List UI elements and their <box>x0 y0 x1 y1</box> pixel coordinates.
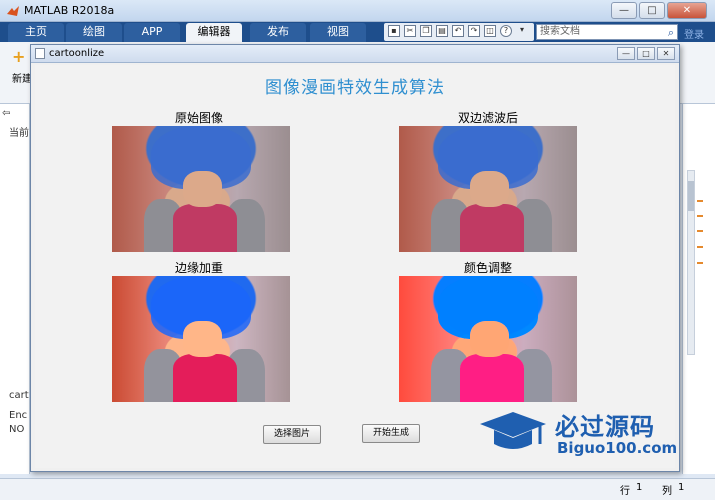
tab-editor[interactable]: 编辑器 <box>186 23 242 42</box>
bilateral-image <box>399 126 577 252</box>
code-analyzer-marker[interactable] <box>697 262 703 264</box>
help-icon[interactable]: ? <box>500 25 512 37</box>
code-analyzer-marker[interactable] <box>697 246 703 248</box>
watermark-title: 必过源码 <box>555 413 655 441</box>
minimize-button[interactable]: — <box>611 2 637 19</box>
image-shirt <box>172 354 237 402</box>
paste-icon[interactable]: ▤ <box>436 25 448 37</box>
current-folder-label: 当前 <box>9 128 29 139</box>
tab-view[interactable]: 视图 <box>310 23 366 42</box>
image-shirt <box>459 204 524 252</box>
row-label: 行 <box>620 486 630 497</box>
row-value: 1 <box>636 482 643 493</box>
figure-minimize-button[interactable]: — <box>617 47 635 60</box>
image-shirt <box>459 354 524 402</box>
quick-access-toolbar: ▪ ✂ ❐ ▤ ↶ ↷ ◫ ? ▾ <box>384 23 534 41</box>
code-analyzer-marker[interactable] <box>697 200 703 202</box>
image-face <box>183 321 223 357</box>
search-icon[interactable]: ⌕ <box>668 26 674 40</box>
code-analyzer-marker[interactable] <box>697 230 703 232</box>
original-label: 原始图像 <box>174 111 223 125</box>
start-generate-button[interactable]: 开始生成 <box>362 424 420 443</box>
search-placeholder: 搜索文档 <box>540 26 580 37</box>
status-bar <box>0 478 715 500</box>
cut-icon[interactable]: ✂ <box>404 25 416 37</box>
figure-maximize-button[interactable]: □ <box>637 47 655 60</box>
color-label: 颜色调整 <box>463 261 512 275</box>
select-image-button[interactable]: 选择图片 <box>263 425 321 444</box>
scrollbar-thumb[interactable] <box>688 181 694 211</box>
tab-plots[interactable]: 绘图 <box>66 23 122 42</box>
tab-publish[interactable]: 发布 <box>250 23 306 42</box>
switch-windows-icon[interactable]: ◫ <box>484 25 496 37</box>
search-input[interactable]: 搜索文档 ⌕ <box>536 24 678 40</box>
tab-home[interactable]: 主页 <box>8 23 64 42</box>
copy-icon[interactable]: ❐ <box>420 25 432 37</box>
image-face <box>183 171 223 207</box>
command-window-label: cart <box>9 390 29 401</box>
figure-close-button[interactable]: ✕ <box>657 47 675 60</box>
main-title: 图像漫画特效生成算法 <box>265 78 445 98</box>
undo-icon[interactable]: ↶ <box>452 25 464 37</box>
original-image <box>112 126 290 252</box>
col-value: 1 <box>678 482 685 493</box>
new-button-label[interactable]: 新建 <box>12 70 32 85</box>
login-link[interactable]: 登录 <box>684 26 704 41</box>
code-analyzer-marker[interactable] <box>697 215 703 217</box>
graduation-cap-icon <box>480 412 546 449</box>
matlab-title-bar: MATLAB R2018a — □ ✕ <box>0 0 715 22</box>
image-face <box>470 171 510 207</box>
image-shirt <box>172 204 237 252</box>
close-button[interactable]: ✕ <box>667 2 707 19</box>
redo-icon[interactable]: ↷ <box>468 25 480 37</box>
chevron-down-icon[interactable]: ▾ <box>516 25 528 37</box>
matlab-logo-icon <box>7 6 19 16</box>
new-file-icon[interactable]: + <box>12 49 26 65</box>
figure-title-bar: cartoonlize — □ ✕ <box>31 45 679 63</box>
encoding-label: Enc <box>9 410 28 421</box>
no-label: NO <box>9 424 25 435</box>
image-face <box>470 321 510 357</box>
bilateral-label: 双边滤波后 <box>457 111 518 125</box>
edge-label: 边缘加重 <box>174 261 223 275</box>
figure-icon <box>35 48 45 59</box>
app-title: MATLAB R2018a <box>24 4 115 17</box>
col-label: 列 <box>662 486 672 497</box>
maximize-button[interactable]: □ <box>639 2 665 19</box>
save-icon[interactable]: ▪ <box>388 25 400 37</box>
color-image <box>399 276 577 402</box>
editor-scrollbar[interactable] <box>687 170 695 355</box>
edge-image <box>112 276 290 402</box>
figure-title: cartoonlize <box>49 48 105 59</box>
back-arrow-icon[interactable]: ⇦ <box>2 108 10 119</box>
tab-apps[interactable]: APP <box>124 23 180 42</box>
watermark-url: Biguo100.com <box>557 439 678 457</box>
